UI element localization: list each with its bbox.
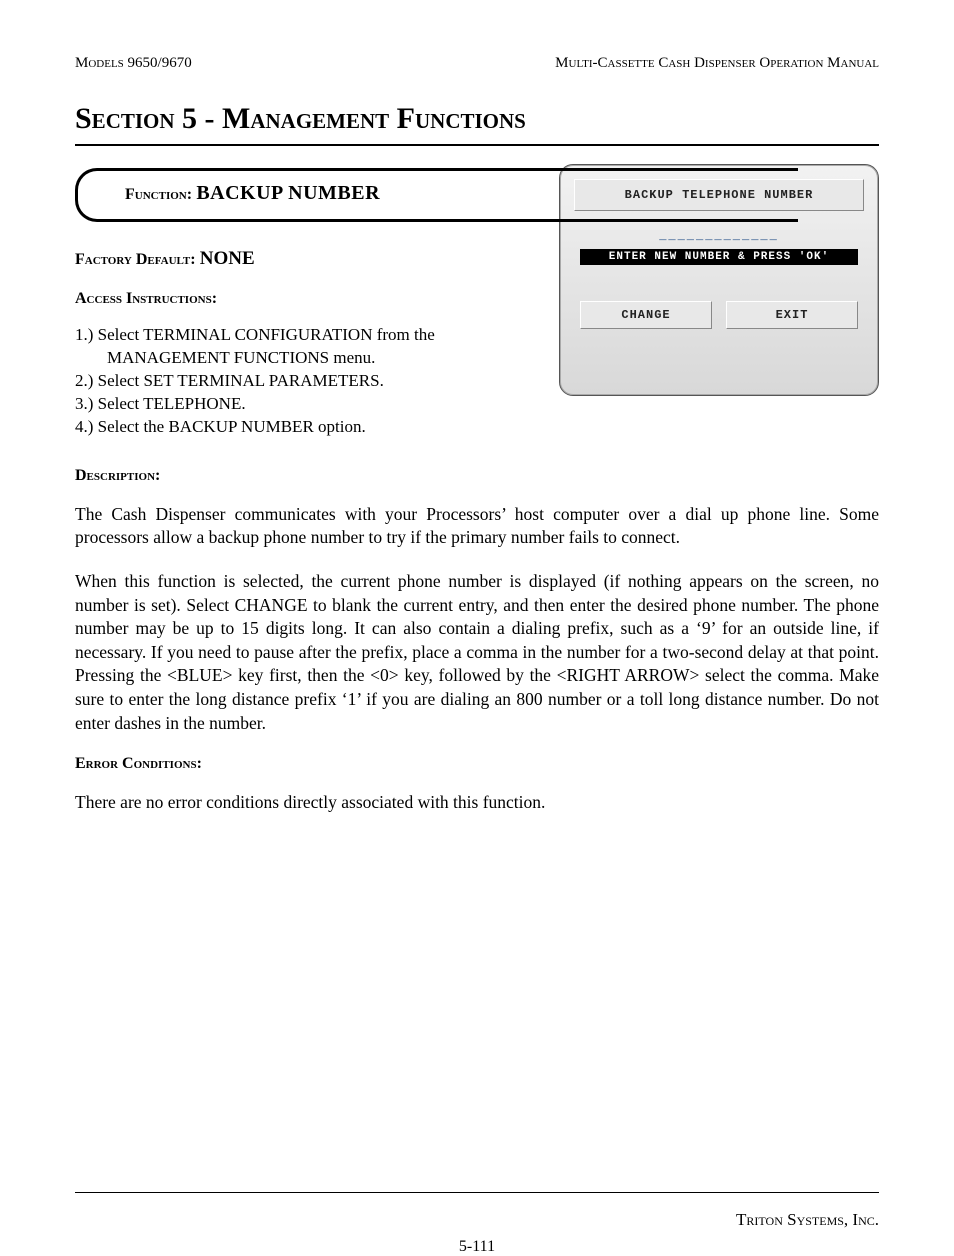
description-p1: The Cash Dispenser communicates with you… [75, 503, 879, 550]
description-heading: Description: [75, 467, 879, 485]
page: Models 9650/9670 Multi-Cassette Cash Dis… [0, 0, 954, 1235]
section-title: Section 5 - Management Functions [75, 102, 879, 136]
error-text: There are no error conditions directly a… [75, 791, 879, 815]
access-steps: 1.) Select TERMINAL CONFIGURATION from t… [75, 324, 485, 416]
page-header: Models 9650/9670 Multi-Cassette Cash Dis… [75, 55, 879, 72]
factory-default-label: Factory Default: [75, 251, 196, 268]
content: BACKUP TELEPHONE NUMBER _____________ EN… [75, 164, 879, 815]
access-steps-wrap: 1.) Select TERMINAL CONFIGURATION from t… [75, 324, 485, 416]
error-heading: Error Conditions: [75, 755, 879, 773]
function-label-value: BACKUP NUMBER [196, 182, 380, 204]
access-step: 4.) Select the BACKUP NUMBER option. [75, 416, 879, 439]
footer-company: Triton Systems, Inc. [736, 1210, 879, 1230]
terminal-button-row: CHANGE EXIT [574, 301, 864, 329]
factory-default-value: NONE [200, 248, 255, 269]
access-steps-cont: 4.) Select the BACKUP NUMBER option. [75, 416, 879, 439]
footer-rule [75, 1192, 879, 1193]
function-box: Function: BACKUP NUMBER [75, 164, 879, 232]
footer-page-number: 5-111 [459, 1238, 495, 1256]
title-rule [75, 144, 879, 146]
access-step: 2.) Select SET TERMINAL PARAMETERS. [75, 370, 485, 393]
function-label-key: Function: [125, 186, 192, 203]
function-label: Function: BACKUP NUMBER [125, 182, 380, 205]
terminal-exit-button: EXIT [726, 301, 858, 329]
terminal-change-button: CHANGE [580, 301, 712, 329]
terminal-instruction: ENTER NEW NUMBER & PRESS 'OK' [580, 249, 858, 265]
header-right: Multi-Cassette Cash Dispenser Operation … [555, 55, 879, 72]
access-step: 1.) Select TERMINAL CONFIGURATION from t… [75, 324, 485, 370]
page-footer: Triton Systems, Inc. 5-111 [75, 1192, 879, 1193]
access-step: 3.) Select TELEPHONE. [75, 393, 485, 416]
description-p2: When this function is selected, the curr… [75, 570, 879, 735]
header-left: Models 9650/9670 [75, 55, 192, 72]
